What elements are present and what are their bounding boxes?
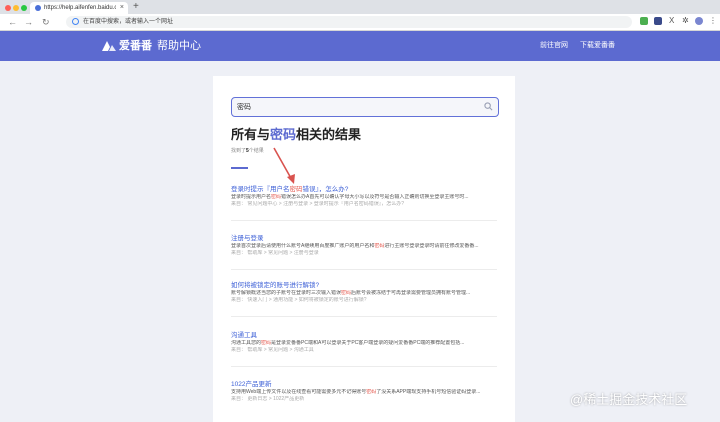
browser-tab[interactable]: https://help.aifenfen.baidu.com × [30,2,128,14]
profile-avatar[interactable] [695,17,703,25]
zoom-window-button[interactable] [21,5,27,11]
nav-official-site-link[interactable]: 前往官网 [540,42,568,50]
result-source: 来自： 常见问题中心 > 注册与登录 > 登录时提示『用户名密码错误』，怎么办? [231,201,405,207]
search-result[interactable]: 登录时提示『用户名密码错误』，怎么办? 登录时提示用户名密码错误怎么办A首先可以… [231,185,497,208]
menu-dots-icon[interactable]: ⋮ [709,16,717,25]
result-snippet: 账号解锁概述当您的子账号在登录时三次输入错误密码后账号会被冻结于可再登录需要管理… [231,290,497,297]
result-divider [231,269,497,270]
watermark-text: @稀土掘金技术社区 [570,392,688,407]
search-results-card: 所有与密码相关的结果 找到了5个结果 登录时提示『用户名密码错误』，怎么办? 登… [213,76,515,422]
search-box[interactable] [231,97,499,117]
result-snippet-text: 是登录爱番番PC端和A可以登录关于PC客户端登录的疑问爱番番PC端的推荐配置包括… [271,340,465,346]
heading-keyword: 密码 [270,127,297,142]
result-snippet-text: 登录时提示用户名 [231,194,272,200]
result-divider [231,220,497,221]
result-snippet-highlight: 密码 [374,243,385,249]
search-icon[interactable] [484,102,493,111]
result-snippet-text: 支持用Web端上传文件以及在线查看可能需要多元不记得账号 [231,389,367,395]
result-title-text: 沟通工具 [231,332,257,339]
heading-suffix: 相关的结果 [296,127,362,142]
result-snippet-highlight: 密码 [366,389,377,395]
result-title-text: 1022产品更新 [231,381,272,388]
result-snippet: 沟通工具您的密码是登录爱番番PC端和A可以登录关于PC客户端登录的疑问爱番番PC… [231,340,497,347]
site-header: 爱番番 帮助中心 前往官网 下载爱番番 [0,31,720,61]
tab-strip: https://help.aifenfen.baidu.com × + [0,0,720,14]
result-snippet-text: 沟通工具您的 [231,340,262,346]
result-snippet: 登录首次登录后请使用什么账号A继续用百度推广账户的用户名和密码进行主账号登录登录… [231,243,497,250]
result-title-text: 注册与登录 [231,235,264,242]
results-heading: 所有与密码相关的结果 [231,127,361,142]
result-title-link[interactable]: 沟通工具 [231,331,497,340]
result-source: 来自： 快速入门 > 通用功能 > 如何将被锁定的账号进行解锁? [231,297,367,303]
result-snippet-text: 账号解锁概述当您的子账号在登录时三次输入错误 [231,290,342,296]
favicon-icon [35,5,41,11]
result-title-text: 登录时提示『用户名 [231,186,290,193]
result-snippet-highlight: 密码 [261,340,272,346]
new-tab-button[interactable]: + [133,1,139,13]
result-snippet-text: 后账号会被冻结于可再登录需要管理员拥有账号管理... [351,290,471,296]
search-result[interactable]: 如何将被锁定的账号进行解锁? 账号解锁概述当您的子账号在登录时三次输入错误密码后… [231,281,497,304]
result-count: 找到了5个结果 [231,148,264,155]
annotation-arrow-icon [273,147,295,184]
result-snippet-text: 了没关系APP端现支持手机号短信验证码登录... [376,389,481,395]
tab-close-icon[interactable]: × [120,3,124,13]
result-source: 来自： 帮助库 > 常见问题 > 注册与登录 [231,250,319,256]
search-result[interactable]: 注册与登录 登录首次登录后请使用什么账号A继续用百度推广账户的用户名和密码进行主… [231,234,497,257]
result-count-prefix: 找到了 [231,148,247,154]
back-button[interactable]: ← [8,17,17,27]
result-count-suffix: 个结果 [248,148,264,154]
result-title-text: 如何将被锁定的账号进行解锁? [231,282,320,289]
help-center-title: 帮助中心 [157,40,201,52]
result-divider [231,316,497,317]
result-source: 来自： 帮助库 > 常见问题 > 沟通工具 [231,347,314,353]
minimize-window-button[interactable] [13,5,19,11]
nav-download-link[interactable]: 下载爱番番 [580,42,615,50]
result-title-link[interactable]: 注册与登录 [231,234,497,243]
result-snippet-highlight: 密码 [341,290,352,296]
result-snippet-text: 进行主账号登录登录时请前往修改爱番番... [384,243,479,249]
result-snippet-text: 错误怎么办A首先可以确认字母大小写以及符号是否输入正确则切换至登录主账号时... [281,194,469,200]
result-snippet-text: 登录首次登录后请使用什么账号A继续用百度推广账户的用户名和 [231,243,375,249]
heading-prefix: 所有与 [231,127,271,142]
result-snippet: 支持用Web端上传文件以及在线查看可能需要多元不记得账号密码了没关系APP端现支… [231,389,497,396]
search-result[interactable]: 沟通工具 沟通工具您的密码是登录爱番番PC端和A可以登录关于PC客户端登录的疑问… [231,331,497,354]
extension-dark-icon[interactable] [654,17,662,25]
logo-text[interactable]: 爱番番 [119,40,152,52]
search-input[interactable] [237,101,477,113]
search-result[interactable]: 1022产品更新 支持用Web端上传文件以及在线查看可能需要多元不记得账号密码了… [231,380,497,403]
result-source: 来自： 更新日志 > 1022产品更新 [231,396,305,402]
result-title-highlight: 密码 [289,186,303,193]
extension-green-icon[interactable] [640,17,648,25]
result-title-text: 错误』，怎么办? [302,186,349,193]
browser-toolbar: ← → ↻ 在百度中搜索，或者输入一个网址 X ✲ ⋮ [0,14,720,31]
result-title-link[interactable]: 登录时提示『用户名密码错误』，怎么办? [231,185,497,194]
close-window-button[interactable] [5,5,11,11]
address-bar[interactable]: 在百度中搜索，或者输入一个网址 [66,16,632,28]
result-title-link[interactable]: 1022产品更新 [231,380,497,389]
tab-title: https://help.aifenfen.baidu.com [44,5,116,11]
browser-chrome: https://help.aifenfen.baidu.com × + ← → … [0,0,720,31]
reload-button[interactable]: ↻ [42,17,50,27]
extension-x-icon[interactable]: X [669,16,674,25]
forward-button[interactable]: → [24,17,33,27]
result-snippet: 登录时提示用户名密码错误怎么办A首先可以确认字母大小写以及符号是否输入正确则切换… [231,194,497,201]
result-title-link[interactable]: 如何将被锁定的账号进行解锁? [231,281,497,290]
result-divider [231,366,497,367]
heading-underline [231,167,248,169]
puzzle-icon[interactable]: ✲ [682,16,689,25]
address-bar-text: 在百度中搜索，或者输入一个网址 [83,19,174,25]
google-icon [72,18,79,25]
aifanfan-logo-icon[interactable] [101,40,117,52]
result-snippet-highlight: 密码 [271,194,282,200]
